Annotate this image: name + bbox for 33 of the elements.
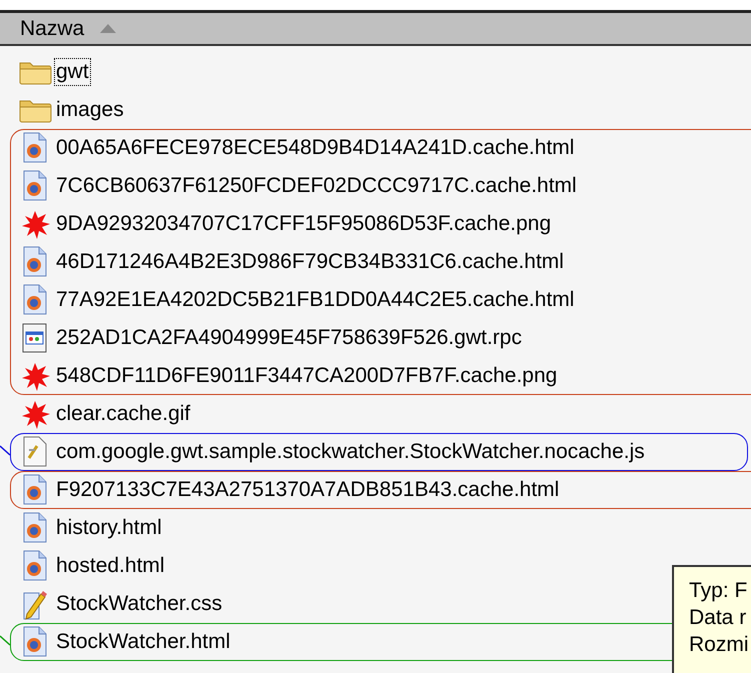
file-name[interactable]: 00A65A6FECE978ECE548D9B4D14A241D.cache.html	[55, 135, 576, 161]
file-name[interactable]: history.html	[55, 515, 163, 541]
column-header[interactable]: Nazwa	[0, 10, 751, 46]
browser-document-icon	[21, 132, 49, 164]
script-document-icon	[21, 436, 49, 468]
file-name[interactable]: StockWatcher.html	[55, 629, 232, 655]
browser-document-icon	[21, 170, 49, 202]
file-name[interactable]: images	[55, 97, 125, 123]
file-name[interactable]: 46D171246A4B2E3D986F79CB34B331C6.cache.html	[55, 249, 565, 275]
file-name[interactable]: 77A92E1EA4202DC5B21FB1DD0A44C2E5.cache.html	[55, 287, 576, 313]
pencil-document-icon	[21, 588, 49, 620]
column-title: Nazwa	[20, 16, 84, 42]
file-name[interactable]: clear.cache.gif	[55, 401, 192, 427]
browser-document-icon	[21, 550, 49, 582]
file-name[interactable]: 7C6CB60637F61250FCDEF02DCCC9717C.cache.html	[55, 173, 578, 199]
browser-document-icon	[21, 474, 49, 506]
tooltip-line: Typ: F	[689, 578, 748, 604]
file-name[interactable]: 548CDF11D6FE9011F3447CA200D7FB7F.cache.png	[55, 363, 558, 389]
file-name[interactable]: StockWatcher.css	[55, 591, 224, 617]
file-name[interactable]: F9207133C7E43A2751370A7ADB851B43.cache.html	[55, 477, 560, 503]
browser-document-icon	[21, 512, 49, 544]
file-name[interactable]: 252AD1CA2FA4904999E45F758639F526.gwt.rpc	[55, 325, 523, 351]
tooltip-line: Rozmi	[689, 632, 750, 658]
file-name[interactable]: gwt	[55, 59, 90, 85]
file-name[interactable]: com.google.gwt.sample.stockwatcher.StockWatcher.nocache.js	[55, 439, 646, 465]
file-name[interactable]: hosted.html	[55, 553, 166, 579]
browser-document-icon	[21, 284, 49, 316]
window-document-icon	[21, 322, 49, 354]
tooltip-line: Data r	[689, 605, 748, 631]
file-name[interactable]: 9DA92932034707C17CFF15F95086D53F.cache.png	[55, 211, 552, 237]
browser-document-icon	[21, 626, 49, 658]
browser-document-icon	[21, 246, 49, 278]
sort-up-icon	[100, 24, 116, 33]
